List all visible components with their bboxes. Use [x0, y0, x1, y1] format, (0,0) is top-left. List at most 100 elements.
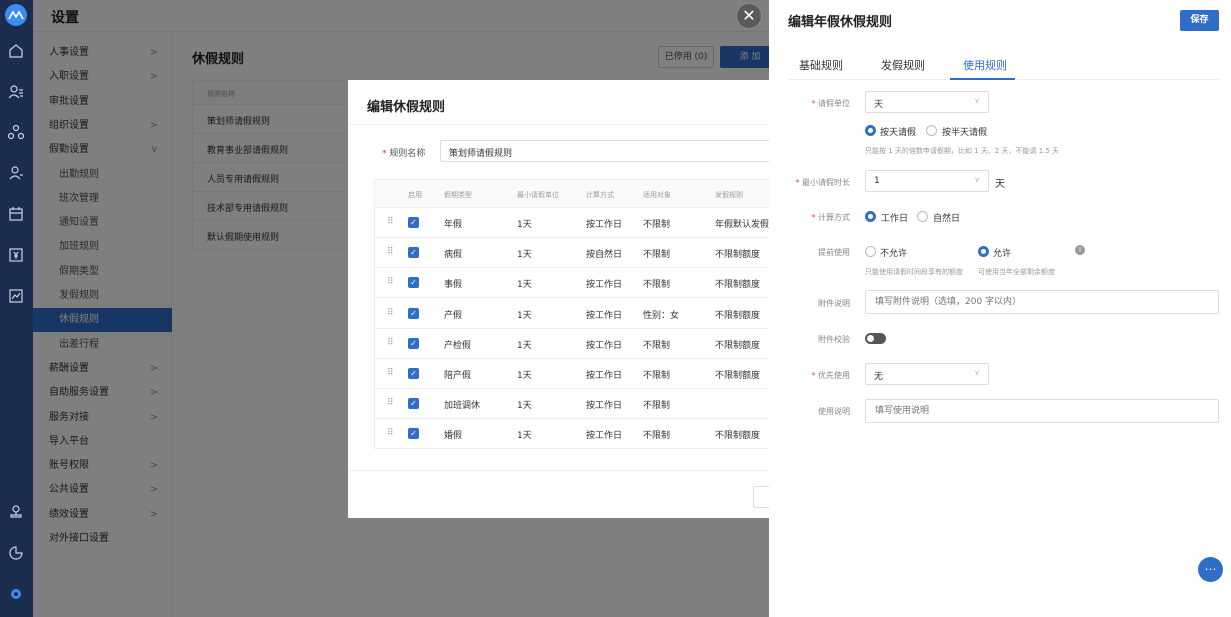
table-cell-rule: 不限制额度 — [715, 250, 761, 261]
advance-label: 提前使用 — [818, 248, 850, 257]
user-list-icon[interactable] — [6, 82, 26, 102]
table-cell-rule: 不限制额度 — [715, 371, 761, 381]
drag-handle-icon[interactable]: ⠿ — [387, 338, 394, 348]
chat-icon[interactable]: ⋯ — [1198, 557, 1223, 582]
enable-checkbox[interactable]: ✓ — [408, 307, 419, 319]
stamp-icon[interactable] — [6, 502, 26, 522]
save-button[interactable]: 保存 — [1180, 10, 1219, 31]
info-icon[interactable]: ! — [1075, 245, 1085, 255]
close-icon[interactable]: ✕ — [736, 3, 762, 29]
calc-natural-label: 自然日 — [933, 214, 961, 224]
table-cell-calc: 按工作日 — [586, 310, 623, 321]
table-cell-type: 事假 — [444, 280, 463, 291]
chart-icon[interactable] — [6, 286, 26, 306]
calc-workday-label: 工作日 — [881, 214, 909, 224]
priority-select[interactable]: 无 ∨ — [865, 363, 989, 385]
table-cell-target: 不限制 — [643, 280, 671, 291]
table-cell-type: 产假 — [444, 310, 463, 321]
advance-deny-label: 不允许 — [880, 249, 908, 259]
table-cell-type: 病假 — [444, 250, 463, 261]
unit-day-label: 按天请假 — [880, 128, 917, 138]
settings-icon[interactable] — [6, 584, 26, 604]
table-header-cell: 发假规则 — [715, 191, 743, 199]
table-cell-calc: 按工作日 — [586, 280, 623, 291]
org-icon[interactable] — [6, 122, 26, 142]
drag-handle-icon[interactable]: ⠿ — [387, 308, 394, 318]
table-cell-target: 不限制 — [643, 401, 671, 412]
tab-basic[interactable]: 基础规则 — [799, 57, 843, 73]
calc-natural-radio[interactable] — [917, 211, 928, 222]
unit-hint: 只能按 1 天的倍数申请假期，比如 1 天、2 天，不能请 1.5 天 — [865, 147, 1060, 155]
advance-allow-radio[interactable] — [978, 246, 989, 257]
attach-desc-input[interactable] — [865, 290, 1219, 314]
table-cell-rule: 不限制额度 — [715, 340, 761, 351]
person-icon[interactable] — [6, 163, 26, 183]
unit-label: * 请假单位 — [811, 99, 850, 108]
min-duration-label: * 最小请假时长 — [795, 178, 850, 187]
table-cell-calc: 按工作日 — [586, 401, 623, 412]
calc-workday-radio[interactable] — [865, 211, 876, 222]
unit-value: 天 — [874, 100, 884, 110]
table-cell-type: 陪产假 — [444, 371, 472, 381]
advance-hint-deny: 只能使用请假时间段享有的额度 — [865, 268, 963, 276]
attach-check-toggle[interactable] — [865, 333, 886, 344]
table-header-cell: 计算方式 — [586, 191, 614, 199]
table-cell-type: 年假 — [444, 220, 463, 230]
priority-value: 无 — [874, 372, 884, 382]
table-cell-type: 产检假 — [444, 340, 472, 351]
attach-check-label: 附件校验 — [818, 335, 850, 344]
advance-deny-radio[interactable] — [865, 246, 876, 257]
table-cell-unit: 1天 — [517, 310, 532, 321]
table-cell-target: 不限制 — [643, 431, 671, 442]
wallet-icon[interactable] — [6, 245, 26, 265]
table-cell-target: 不限制 — [643, 250, 671, 261]
table-cell-calc: 按自然日 — [586, 250, 623, 261]
table-cell-unit: 1天 — [517, 431, 532, 442]
calendar-icon[interactable] — [6, 204, 26, 224]
table-cell-unit: 1天 — [517, 401, 532, 412]
min-duration-suffix: 天 — [995, 179, 1005, 190]
usage-desc-input[interactable] — [865, 399, 1219, 423]
unit-halfday-label: 按半天请假 — [942, 128, 988, 138]
enable-checkbox[interactable]: ✓ — [408, 398, 419, 410]
enable-checkbox[interactable]: ✓ — [408, 428, 419, 440]
table-cell-rule: 不限制额度 — [715, 280, 761, 291]
table-cell-unit: 1天 — [517, 280, 532, 291]
enable-checkbox[interactable]: ✓ — [408, 337, 419, 349]
drag-handle-icon[interactable]: ⠿ — [387, 368, 394, 378]
table-cell-unit: 1天 — [517, 340, 532, 351]
unit-day-radio[interactable] — [865, 125, 876, 136]
min-duration-value: 1 — [874, 176, 880, 186]
pie-icon[interactable] — [6, 543, 26, 563]
drag-handle-icon[interactable]: ⠿ — [387, 277, 394, 287]
drawer-title: 编辑年假休假规则 — [788, 15, 893, 30]
enable-checkbox[interactable]: ✓ — [408, 247, 419, 259]
min-duration-select[interactable]: 1 ∨ — [865, 170, 989, 192]
tab-usage[interactable]: 使用规则 — [963, 57, 1007, 73]
enable-checkbox[interactable]: ✓ — [408, 368, 419, 379]
app-rail — [0, 0, 33, 617]
priority-label: * 优先使用 — [811, 371, 850, 380]
table-cell-target: 性别：女 — [643, 310, 680, 321]
logo-icon[interactable] — [5, 4, 27, 26]
drag-handle-icon[interactable]: ⠿ — [387, 247, 394, 257]
tab-indicator — [950, 78, 1015, 80]
table-cell-calc: 按工作日 — [586, 431, 623, 442]
chevron-down-icon: ∨ — [974, 175, 980, 184]
table-cell-unit: 1天 — [517, 220, 532, 230]
modal-title: 编辑休假规则 — [367, 100, 446, 115]
calc-label: * 计算方式 — [811, 213, 850, 222]
table-header-cell: 假期类型 — [444, 191, 472, 199]
enable-checkbox[interactable]: ✓ — [408, 277, 419, 289]
table-cell-calc: 按工作日 — [586, 220, 623, 230]
drag-handle-icon[interactable]: ⠿ — [387, 428, 394, 438]
enable-checkbox[interactable]: ✓ — [408, 217, 419, 228]
usage-label: 使用说明 — [818, 407, 850, 416]
unit-halfday-radio[interactable] — [926, 125, 937, 136]
home-icon[interactable] — [6, 41, 26, 61]
unit-select[interactable]: 天 ∨ — [865, 91, 989, 113]
drag-handle-icon[interactable]: ⠿ — [387, 398, 394, 408]
drag-handle-icon[interactable]: ⠿ — [387, 217, 394, 227]
advance-allow-label: 允许 — [993, 249, 1012, 259]
tab-grant[interactable]: 发假规则 — [881, 57, 925, 73]
